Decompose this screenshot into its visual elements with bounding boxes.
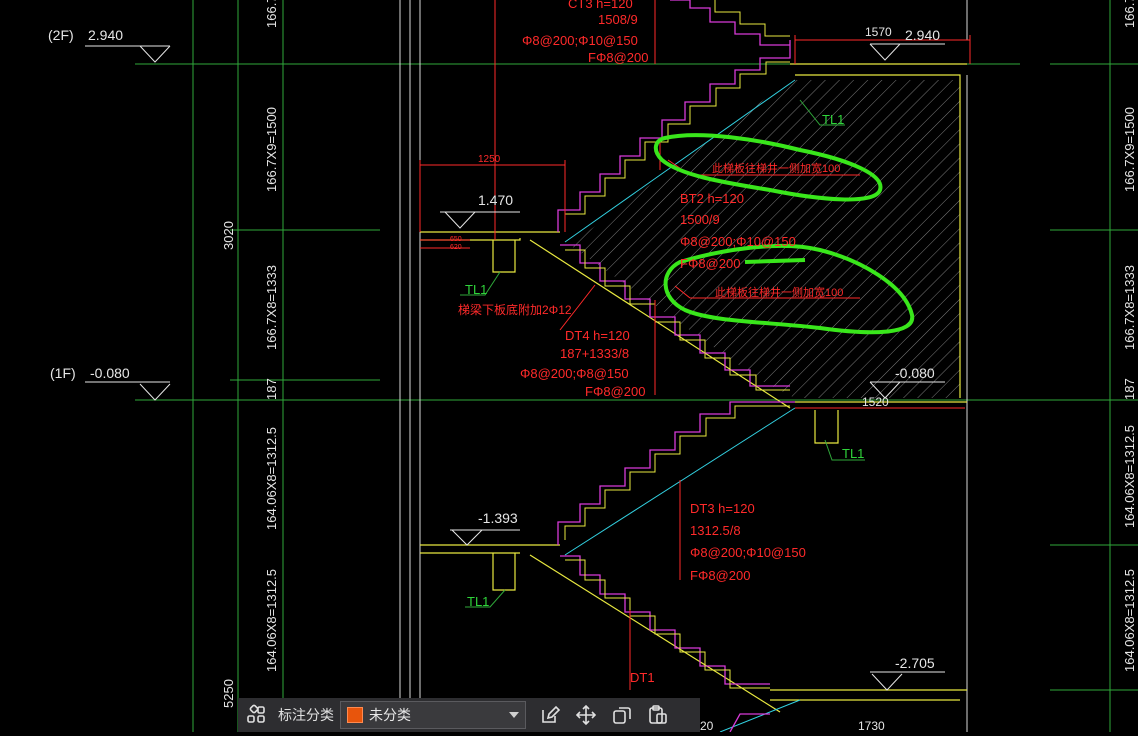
- elevation-m1393: -1.393: [478, 510, 518, 526]
- dimension-1520: 1520: [862, 395, 889, 409]
- elevation-2940-right: 2.940: [905, 27, 940, 43]
- paste-button[interactable]: [640, 698, 676, 732]
- ct3-line3: Φ8@200;Φ10@150: [522, 33, 638, 48]
- vdim-1333-right: 166.7X8=1333: [1122, 265, 1137, 350]
- vdim-187-left: 187: [264, 378, 279, 400]
- paste-icon: [649, 705, 667, 724]
- bt2-line4: FΦ8@200: [680, 256, 740, 271]
- bt2-line2: 1500/9: [680, 212, 720, 227]
- stair-section-drawing: (2F) 2.940 (1F) -0.080 1.470 2.940 -0.08…: [48, 0, 1138, 733]
- vdim-13125b-left: 164.06X8=1312.5: [264, 569, 279, 672]
- vdim-13125a-right: 164.06X8=1312.5: [1122, 425, 1137, 528]
- tl1-label-a: TL1: [822, 112, 844, 127]
- copy-button[interactable]: [604, 698, 640, 732]
- category-label: 标注分类: [278, 708, 334, 724]
- vdim-top-right: 166.7: [1122, 0, 1137, 28]
- category-color-swatch: [347, 707, 363, 723]
- vdim-1333-left: 166.7X8=1333: [264, 265, 279, 350]
- widen-note-2: 此梯板往梯井一侧加宽100: [715, 285, 843, 299]
- floor-label-2f: (2F): [48, 27, 74, 43]
- bt2-line3: Φ8@200;Φ10@150: [680, 234, 796, 249]
- dt1-label: DT1: [630, 670, 655, 685]
- dimension-620: 620: [450, 244, 462, 251]
- vdim-13125a-left: 164.06X8=1312.5: [264, 427, 279, 530]
- dimension-partial-20: 20: [700, 719, 714, 732]
- dt3-line4: FΦ8@200: [690, 568, 750, 583]
- tl1-label-d: TL1: [467, 594, 489, 609]
- category-selected-value: 未分类: [369, 708, 411, 724]
- ct3-line1: CT3 h=120: [568, 0, 633, 11]
- vdim-187-right: 187: [1122, 378, 1137, 400]
- dt4-line2: 187+1333/8: [560, 346, 629, 361]
- beam-note: 梯梁下板底附加2Φ12: [458, 302, 572, 317]
- elevation-m0080-left: -0.080: [90, 365, 130, 381]
- edit-button[interactable]: [532, 698, 568, 732]
- edit-icon: [542, 705, 561, 723]
- dt4-line1: DT4 h=120: [565, 328, 630, 343]
- dt3-line2: 1312.5/8: [690, 523, 741, 538]
- dt3-line3: Φ8@200;Φ10@150: [690, 545, 806, 560]
- widen-note-1: 此梯板往梯井一侧加宽100: [712, 161, 840, 175]
- cad-drawing-canvas[interactable]: (2F) 2.940 (1F) -0.080 1.470 2.940 -0.08…: [0, 0, 1138, 733]
- copy-icon: [613, 707, 631, 724]
- dt3-line1: DT3 h=120: [690, 501, 755, 516]
- dimension-1250: 1250: [478, 154, 501, 165]
- vdim-3020: 3020: [221, 221, 236, 250]
- dimension-1730: 1730: [858, 719, 885, 732]
- grid-button[interactable]: [238, 698, 274, 732]
- vdim-1500-right: 166.7X9=1500: [1122, 107, 1137, 192]
- bt2-line1: BT2 h=120: [680, 191, 744, 206]
- vdim-5250: 5250: [221, 679, 236, 708]
- tl1-label-b: TL1: [465, 282, 487, 297]
- category-dropdown[interactable]: 未分类: [340, 701, 526, 729]
- ct3-line2: 1508/9: [598, 12, 638, 27]
- annotation-toolbar: 标注分类 未分类: [238, 698, 700, 732]
- vdim-1500-left: 166.7X9=1500: [264, 107, 279, 192]
- dimension-650: 650: [450, 236, 462, 243]
- vdim-13125b-right: 164.06X8=1312.5: [1122, 569, 1137, 672]
- chevron-down-icon: [509, 712, 519, 718]
- elevation-m2705: -2.705: [895, 655, 935, 671]
- dt4-line3: Φ8@200;Φ8@150: [520, 366, 629, 381]
- vdim-top-left: 166.7: [264, 0, 279, 28]
- vertical-dimensions: 3020 5250 166.7 166.7X9=1500 166.7X8=133…: [221, 0, 1137, 708]
- tl1-label-c: TL1: [842, 446, 864, 461]
- grid-icon: [247, 704, 265, 723]
- elevation-2940-left: 2.940: [88, 27, 123, 43]
- move-button[interactable]: [568, 698, 604, 732]
- elevation-m0080-right: -0.080: [895, 365, 935, 381]
- elevation-1470: 1.470: [478, 192, 513, 208]
- dimension-1570: 1570: [865, 25, 892, 39]
- floor-label-1f: (1F): [50, 365, 76, 381]
- dt4-line4: FΦ8@200: [585, 384, 645, 399]
- ct3-line4: FΦ8@200: [588, 50, 648, 65]
- move-icon: [575, 704, 597, 726]
